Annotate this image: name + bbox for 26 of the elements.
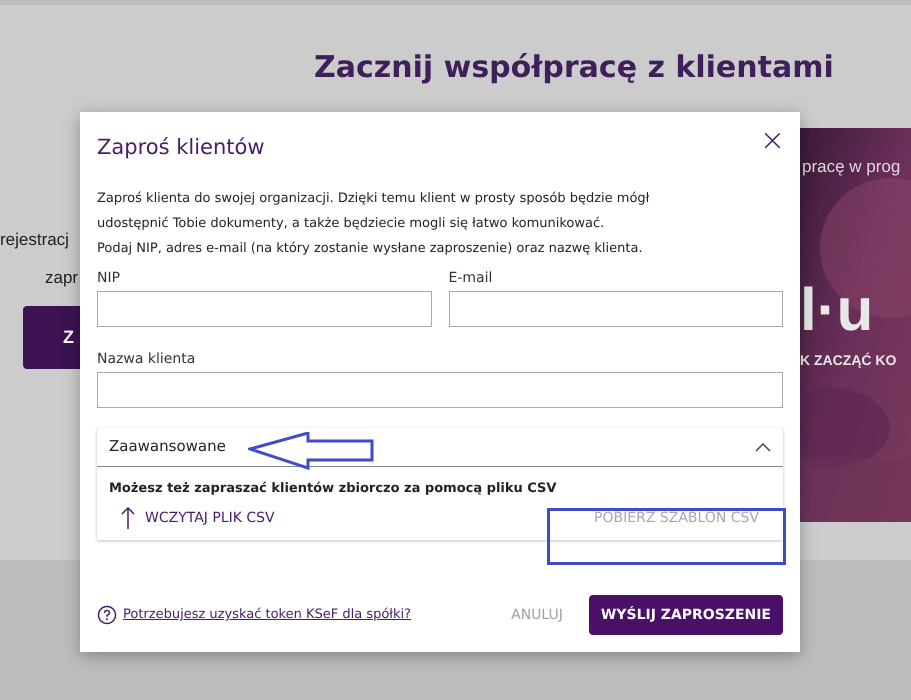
input-field[interactable] xyxy=(97,290,432,326)
promo-logo: l·u xyxy=(800,280,874,340)
intro-paragraph: Podaj NIP, adres e-mail (na który zostanie wysłane zaproszenie) oraz nazwę klienta. xyxy=(97,240,644,258)
field-label: Nazwa klienta xyxy=(97,350,196,368)
dialog-title: Zaproś klientów xyxy=(97,134,265,161)
field-label: NIP xyxy=(97,268,122,288)
csv-description: Możesz też zapraszać klientów zbiorczo za pomocą pliku CSV xyxy=(109,480,558,498)
upload-csv-button[interactable]: WCZYTAJ PLIK CSV xyxy=(109,506,275,530)
intro-paragraph: udostępnić Tobie dokumenty, a także będziecie mogli się łatwo komunikować. xyxy=(97,214,606,232)
promo-text: pracę w prog xyxy=(802,156,900,178)
close-button[interactable]: × xyxy=(760,126,785,156)
intro-text: zapr xyxy=(45,266,78,288)
upload-icon xyxy=(121,506,135,530)
field-label: E-mail xyxy=(448,268,494,288)
page-title: Zacznij współpracę z klientami xyxy=(314,49,835,87)
promo-text: K ZACZĄĆ KO xyxy=(800,350,896,370)
input-field[interactable] xyxy=(97,372,783,408)
send-invite-button[interactable]: WYŚLIJ ZAPROSZENIE xyxy=(588,595,783,635)
chevron-icon xyxy=(755,442,771,452)
intro-paragraph: Zaproś klienta do swojej organizacji. Dzięki temu klient w prosty sposób będzie mógł xyxy=(97,190,650,208)
intro-text: rejestracj xyxy=(0,229,69,251)
ksef-token-link[interactable]: Potrzebujesz uzyskać token KSeF dla spółki? xyxy=(123,605,412,625)
advanced-header[interactable]: Zaawansowane xyxy=(97,428,783,466)
input-field[interactable] xyxy=(448,290,783,326)
help-icon xyxy=(97,605,117,625)
start-button[interactable]: Z xyxy=(23,306,80,369)
